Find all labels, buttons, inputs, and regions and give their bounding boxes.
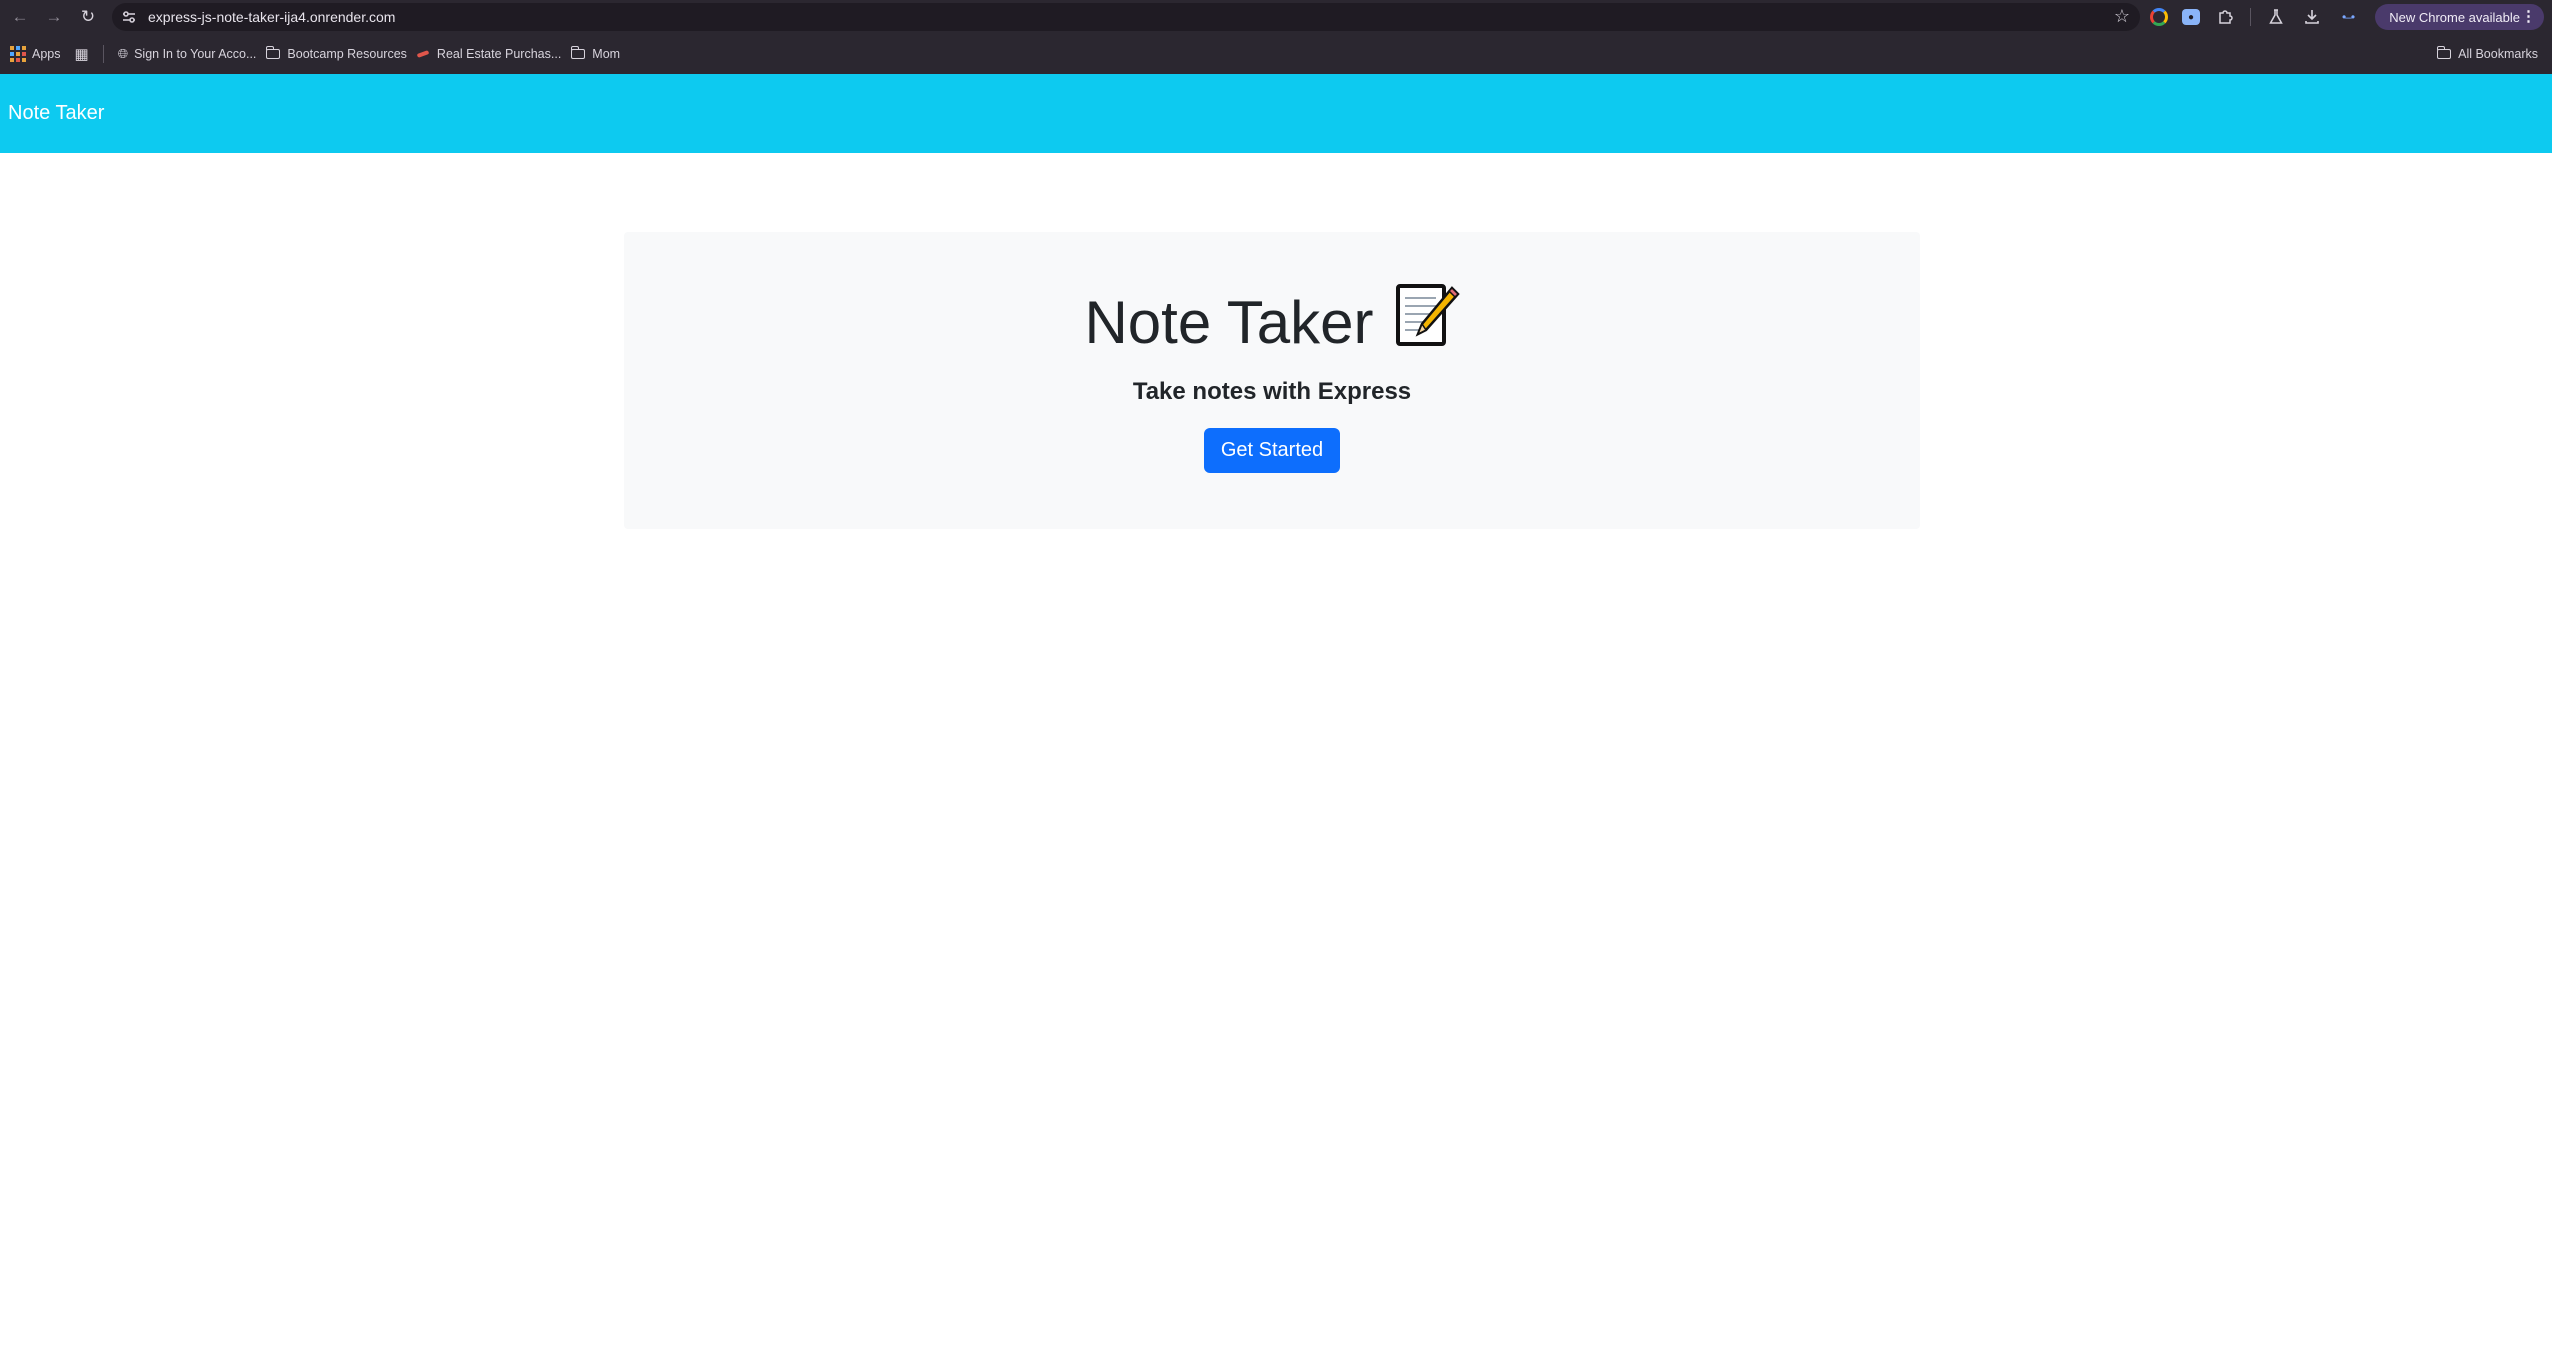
all-bookmarks-button[interactable]: All Bookmarks — [2436, 40, 2538, 68]
labs-flask-icon[interactable] — [2265, 6, 2287, 28]
bookmark-label: Real Estate Purchas... — [436, 47, 562, 61]
apps-grid-icon — [10, 46, 26, 62]
app-navbar: Note Taker — [0, 74, 2552, 153]
real-estate-favicon-icon — [416, 50, 430, 58]
bookmark-label: Mom — [592, 47, 621, 61]
toolbar-separator — [2250, 8, 2251, 26]
browser-toolbar: ← → ↻ express-js-note-taker-ija4.onrende… — [0, 0, 2552, 34]
bookmark-label: Sign In to Your Acco... — [134, 47, 257, 61]
camera-extension-icon[interactable]: ● — [2182, 9, 2200, 25]
tab-groups-icon[interactable]: ▦ — [75, 40, 89, 68]
color-picker-extension-icon[interactable] — [2150, 8, 2168, 26]
bookmark-apps-label: Apps — [32, 47, 61, 61]
folder-icon — [570, 46, 586, 59]
bookmark-bootcamp-resources[interactable]: Bootcamp Resources — [265, 40, 407, 68]
hero-title-row: Note Taker — [624, 282, 1920, 364]
extensions-area: ● •–• — [2150, 0, 2373, 34]
navbar-brand[interactable]: Note Taker — [8, 102, 104, 125]
new-chrome-available-button[interactable]: New Chrome available ⋮ — [2375, 4, 2544, 30]
forward-icon[interactable]: → — [40, 3, 68, 31]
bookmark-label: Bootcamp Resources — [287, 47, 407, 61]
hero-jumbotron: Note Taker Take notes with Express Get S… — [624, 232, 1920, 529]
bookmark-real-estate[interactable]: Real Estate Purchas... — [416, 40, 562, 68]
reload-icon[interactable]: ↻ — [74, 3, 102, 31]
address-bar[interactable]: express-js-note-taker-ija4.onrender.com … — [112, 3, 2140, 31]
download-icon[interactable] — [2301, 6, 2323, 28]
get-started-button[interactable]: Get Started — [1203, 428, 1341, 473]
site-info-icon[interactable] — [116, 4, 142, 30]
update-label: New Chrome available — [2389, 9, 2520, 25]
memo-icon — [1394, 282, 1460, 364]
bookmark-sign-in[interactable]: 🌐︎ Sign In to Your Acco... — [118, 40, 257, 68]
folder-icon — [265, 46, 281, 59]
hero-subtitle: Take notes with Express — [1132, 378, 1412, 405]
back-icon[interactable]: ← — [6, 3, 34, 31]
all-bookmarks-label: All Bookmarks — [2458, 47, 2538, 61]
page-title: Note Taker — [1084, 289, 1374, 356]
folder-icon — [2436, 46, 2452, 59]
bookmark-star-icon[interactable]: ☆ — [2114, 6, 2130, 27]
bookmark-mom[interactable]: Mom — [570, 40, 621, 68]
bookmark-apps[interactable]: Apps — [10, 40, 61, 68]
extensions-puzzle-icon[interactable] — [2214, 6, 2236, 28]
globe-icon: 🌐︎ — [117, 46, 129, 61]
profile-avatar-icon[interactable]: •–• — [2337, 6, 2359, 28]
bookmarks-separator — [102, 45, 104, 63]
bookmarks-bar: Apps ▦ 🌐︎ Sign In to Your Acco... Bootca… — [0, 34, 2552, 74]
url-text[interactable]: express-js-note-taker-ija4.onrender.com — [148, 9, 395, 25]
more-menu-icon[interactable]: ⋮ — [2521, 7, 2536, 25]
